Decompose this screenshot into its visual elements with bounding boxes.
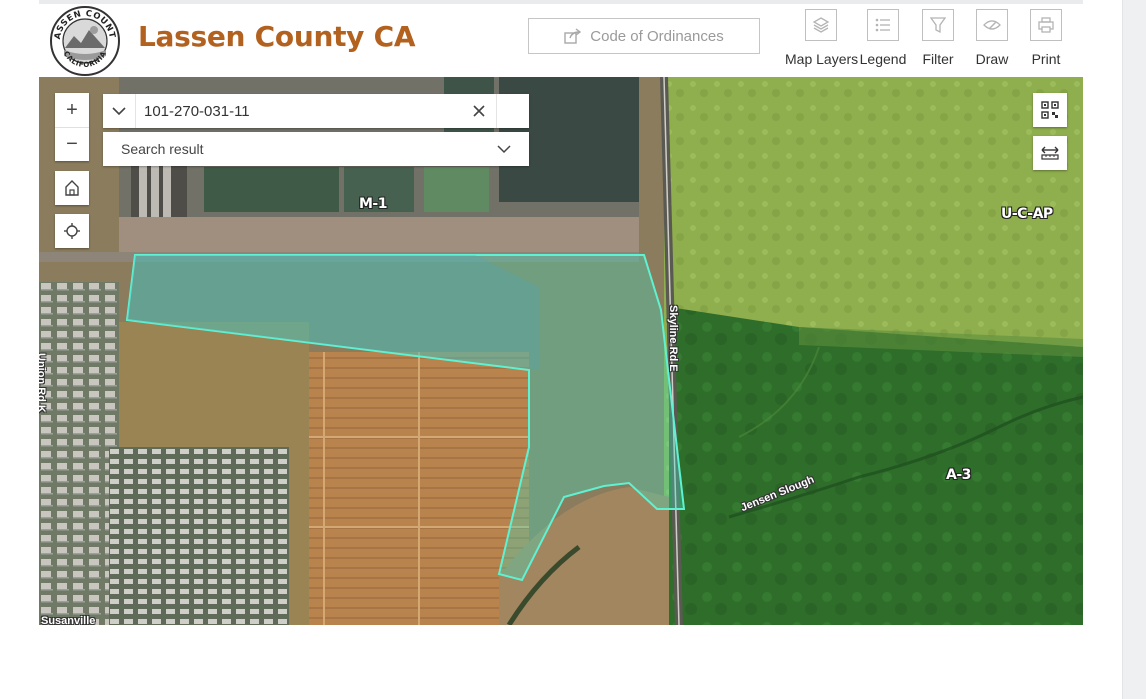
layers-icon <box>812 17 830 33</box>
search-bar <box>103 94 529 128</box>
filter-label: Filter <box>922 51 954 67</box>
app-header: LASSEN COUNTY CALIFORNIA Lassen County C… <box>39 0 1083 77</box>
search-submit-button[interactable] <box>497 94 529 128</box>
filter-icon <box>930 17 946 34</box>
search-source-dropdown[interactable] <box>103 94 136 128</box>
zone-label-m1: M-1 <box>359 196 387 212</box>
draw-tool[interactable]: Draw <box>964 9 1020 75</box>
qr-code-icon <box>1041 101 1059 119</box>
close-icon <box>473 105 485 117</box>
county-seal-logo: LASSEN COUNTY CALIFORNIA <box>50 6 120 76</box>
zone-label-ucap: U-C-AP <box>1001 206 1053 222</box>
page-footer-area <box>0 625 1122 699</box>
measure-icon <box>1041 146 1059 160</box>
print-tool[interactable]: Print <box>1018 9 1074 75</box>
road-label-union: Union Rd K <box>39 353 47 413</box>
print-icon <box>1038 17 1054 33</box>
map-layers-tool[interactable]: Map Layers <box>785 9 858 75</box>
code-of-ordinances-label: Code of Ordinances <box>590 27 724 45</box>
chevron-down-icon <box>497 145 511 154</box>
qr-code-button[interactable] <box>1033 93 1067 127</box>
home-icon <box>65 180 79 196</box>
map-layers-label: Map Layers <box>785 51 859 67</box>
zone-label-a3: A-3 <box>946 467 971 483</box>
search-input[interactable] <box>136 94 462 128</box>
page-scrollbar-gutter <box>1122 0 1146 699</box>
draw-icon <box>983 20 1001 30</box>
search-result-dropdown[interactable]: Search result <box>103 132 529 166</box>
chevron-down-icon <box>112 107 126 116</box>
clear-search-button[interactable] <box>462 94 497 128</box>
zoom-in-button[interactable]: + <box>55 93 89 127</box>
print-label: Print <box>1031 51 1061 67</box>
legend-label: Legend <box>859 51 907 67</box>
map-view[interactable]: M-1 U-C-AP A-3 Skyline Rd E Union Rd K J… <box>39 77 1083 625</box>
home-button[interactable] <box>55 171 89 205</box>
filter-tool[interactable]: Filter <box>910 9 966 75</box>
app-title: Lassen County CA <box>138 20 416 53</box>
legend-tool[interactable]: Legend <box>855 9 911 75</box>
zoom-control: + − <box>55 93 89 161</box>
legend-icon <box>875 18 890 32</box>
zoom-out-button[interactable]: − <box>55 127 89 161</box>
crosshair-icon <box>64 223 80 239</box>
road-label-skyline: Skyline Rd E <box>667 305 679 372</box>
locate-button[interactable] <box>55 214 89 248</box>
share-icon <box>564 28 582 44</box>
code-of-ordinances-button[interactable]: Code of Ordinances <box>528 18 760 54</box>
search-result-label: Search result <box>121 141 204 157</box>
road-label-susanville: Susanville <box>41 615 96 625</box>
draw-label: Draw <box>975 51 1009 67</box>
measure-button[interactable] <box>1033 136 1067 170</box>
